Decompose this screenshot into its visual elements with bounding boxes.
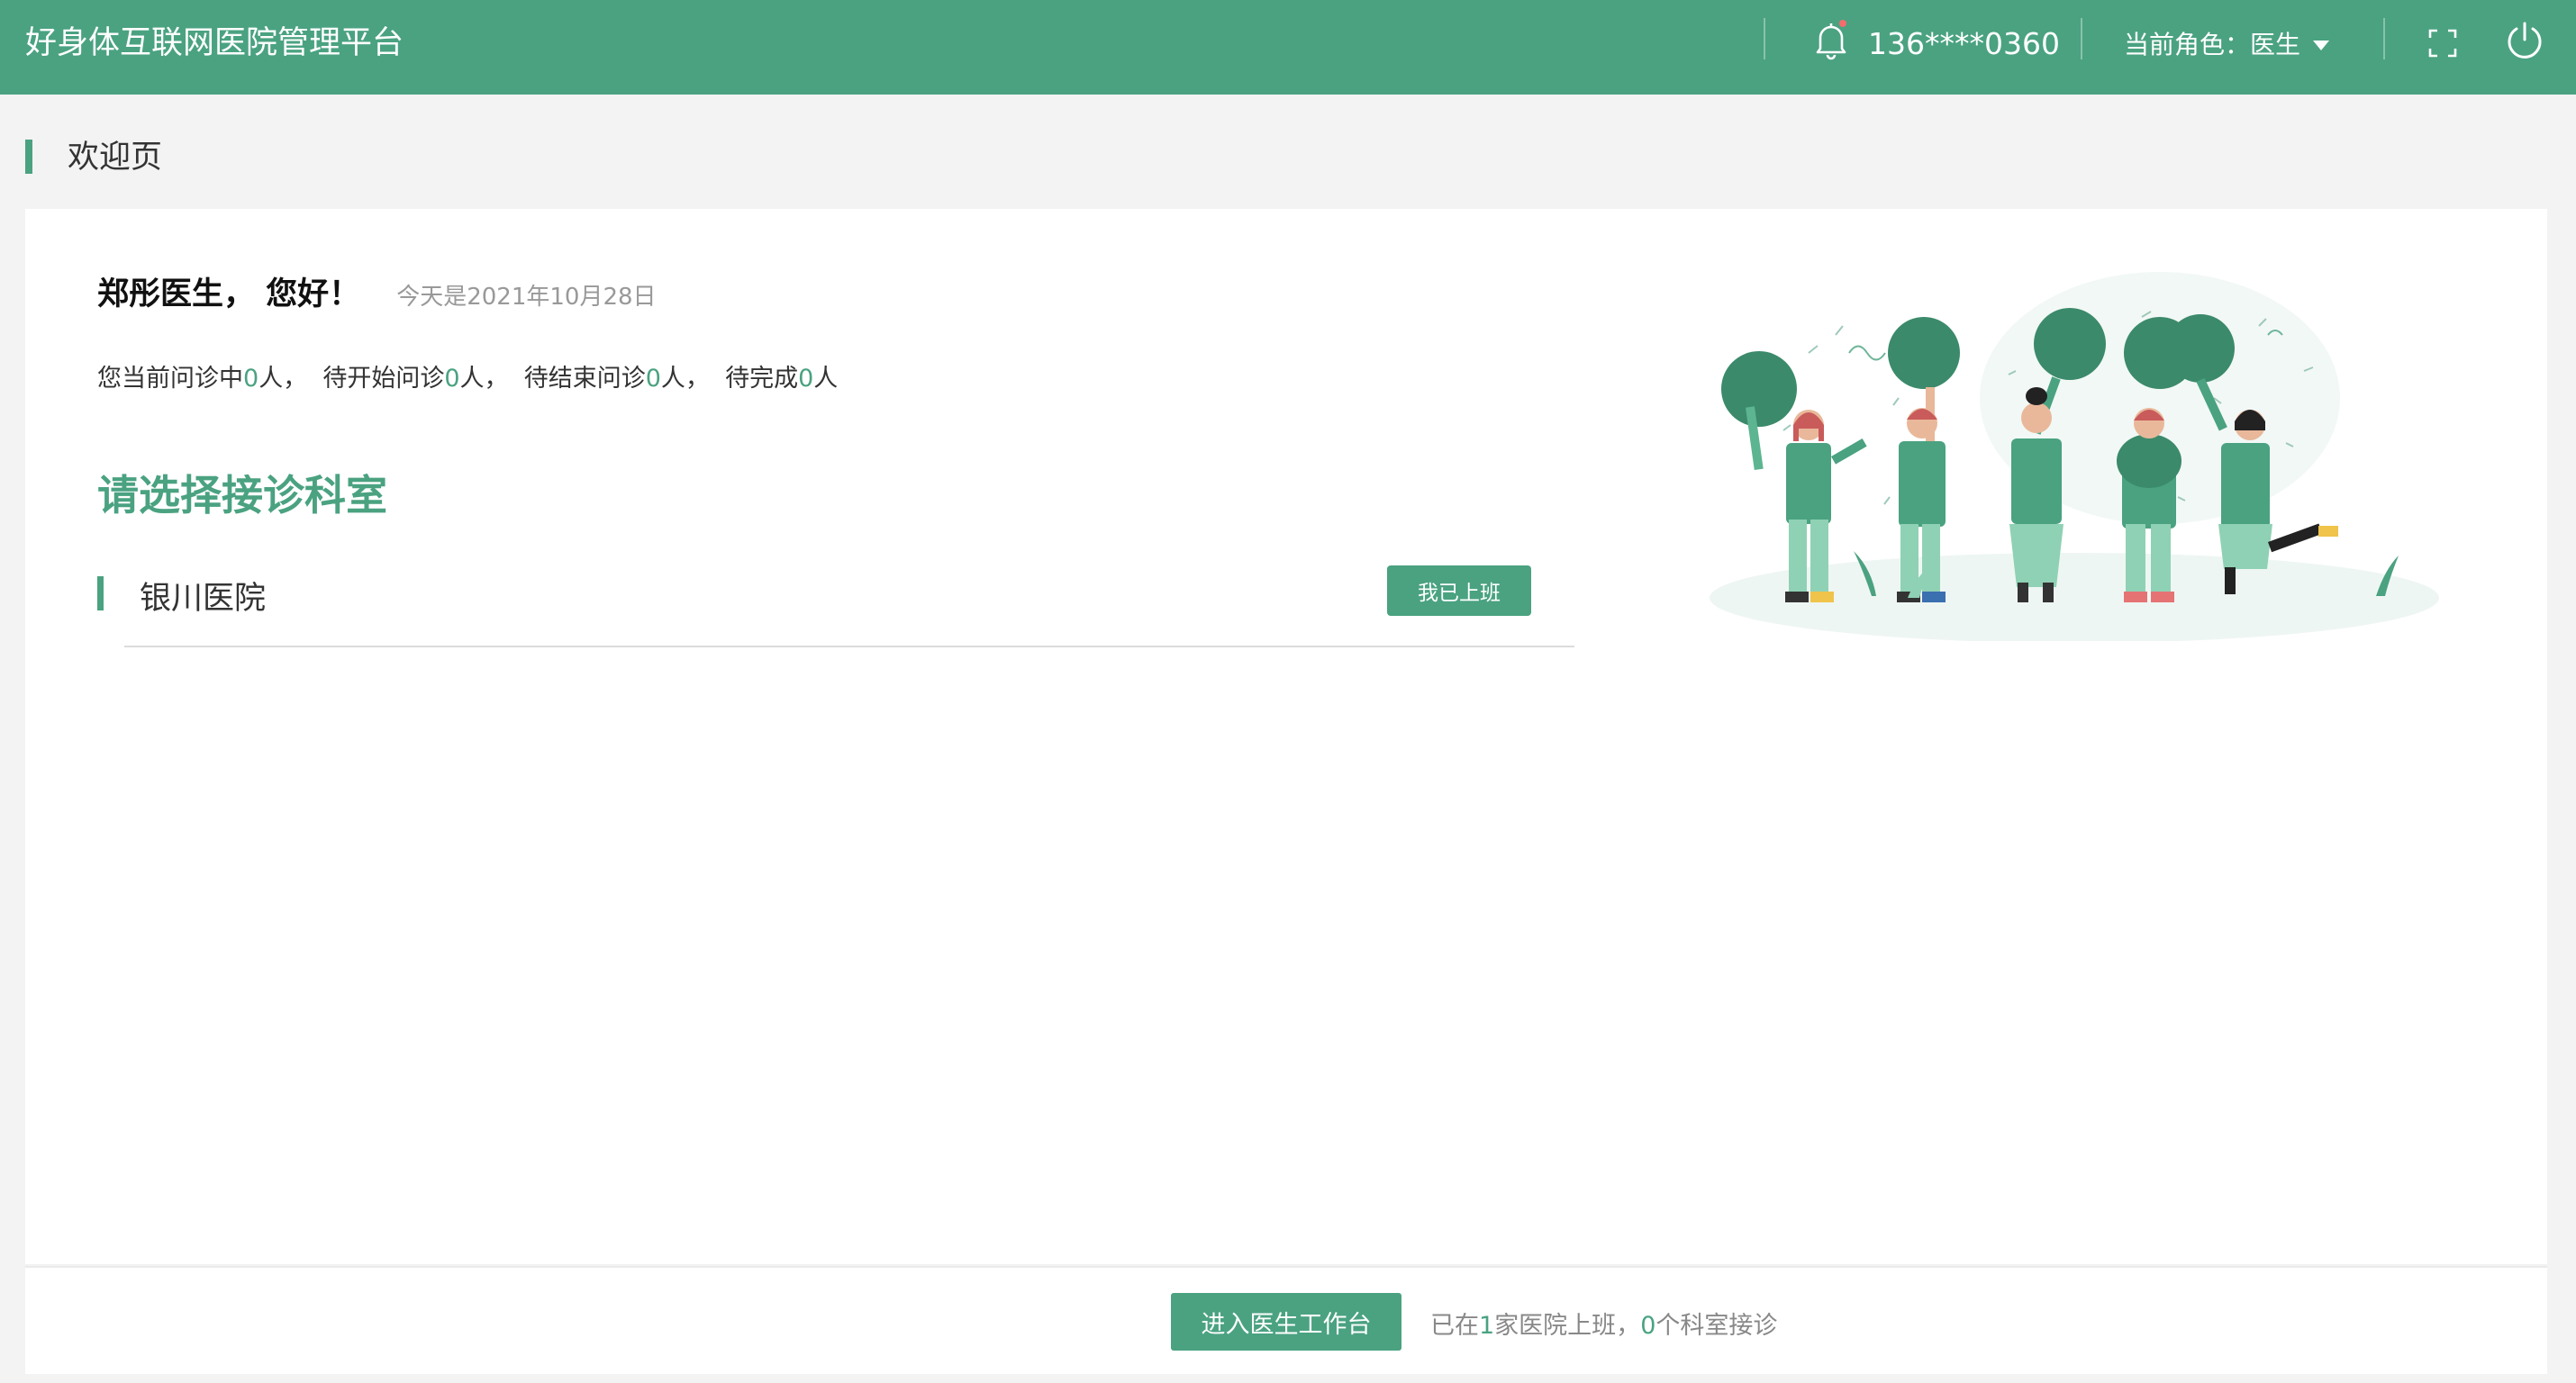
summary-text: 已在	[1430, 1312, 1479, 1340]
on-duty-button[interactable]: 我已上班	[1387, 565, 1531, 616]
stat-label-to-start: 待开始问诊	[322, 365, 445, 393]
stat-unit: 人，	[459, 365, 509, 393]
stat-unit: 人，	[660, 365, 710, 393]
greeting-row: 郑彤医生， 您好！ 今天是2021年10月28日	[97, 268, 657, 314]
footer-bar: 进入医生工作台 已在1家医院上班，0个科室接诊	[25, 1266, 2547, 1374]
chevron-down-icon	[2313, 40, 2330, 50]
top-bar: 好身体互联网医院管理平台 136****0360 当前角色：医生	[0, 0, 2576, 95]
enter-workbench-button[interactable]: 进入医生工作台	[1171, 1293, 1401, 1351]
stat-value-to-end: 0	[645, 365, 661, 393]
header-divider	[2383, 18, 2385, 59]
consult-stats: 您当前问诊中0人， 待开始问诊0人， 待结束问诊0人， 待完成0人	[97, 358, 838, 393]
summary-text: 个科室接诊	[1655, 1312, 1778, 1340]
greeting: 郑彤医生， 您好！	[97, 276, 361, 312]
user-phone[interactable]: 136****0360	[1868, 24, 2060, 64]
stat-label-in-progress: 您当前问诊中	[97, 365, 243, 393]
hospital-name: 银川医院	[140, 581, 267, 617]
title-accent-bar	[25, 140, 32, 174]
header-divider	[1764, 18, 1765, 59]
fullscreen-icon[interactable]	[2426, 27, 2459, 59]
summary-text: 家医院上班，	[1494, 1312, 1641, 1340]
app-title: 好身体互联网医院管理平台	[25, 25, 404, 61]
choose-department-title: 请选择接诊科室	[97, 471, 387, 520]
stat-label-to-complete: 待完成	[725, 365, 799, 393]
hospital-count: 1	[1479, 1312, 1495, 1340]
welcome-card: 郑彤医生， 您好！ 今天是2021年10月28日 您当前问诊中0人， 待开始问诊…	[25, 209, 2547, 1264]
stat-value-to-start: 0	[444, 365, 460, 393]
today-date: 今天是2021年10月28日	[396, 284, 657, 311]
stat-label-to-end: 待结束问诊	[523, 365, 646, 393]
team-illustration	[1710, 272, 2439, 641]
stat-unit: 人	[813, 365, 839, 393]
role-label: 当前角色：医生	[2124, 30, 2301, 59]
hospital-accent-bar	[97, 576, 104, 610]
stat-value-in-progress: 0	[243, 365, 259, 393]
role-dropdown[interactable]: 当前角色：医生	[2124, 27, 2330, 63]
power-icon[interactable]	[2504, 20, 2545, 61]
bell-icon[interactable]	[1809, 18, 1854, 63]
stat-unit: 人，	[259, 365, 308, 393]
page-title: 欢迎页	[68, 140, 163, 176]
department-count: 0	[1640, 1312, 1656, 1340]
stat-value-to-complete: 0	[798, 365, 814, 393]
header-divider	[2081, 18, 2082, 59]
hospital-divider	[124, 646, 1574, 647]
duty-summary: 已在1家医院上班，0个科室接诊	[1430, 1306, 1777, 1341]
